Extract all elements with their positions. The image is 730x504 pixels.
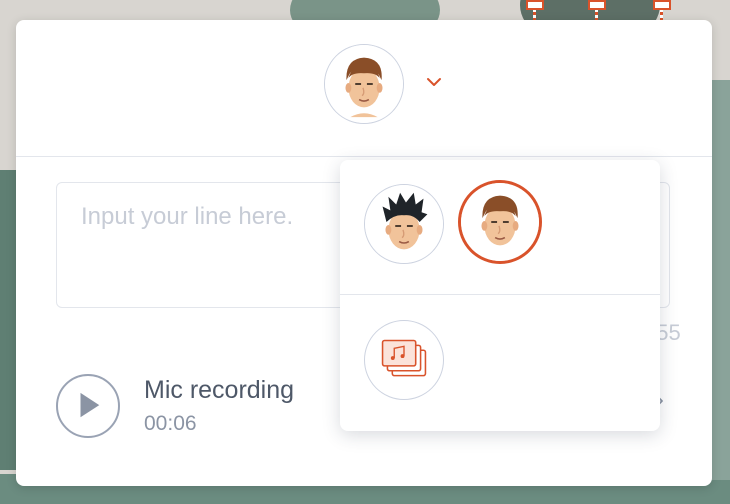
character-option-black-hair[interactable] (364, 184, 444, 264)
selected-character-avatar[interactable] (324, 44, 404, 124)
audio-library-option[interactable] (364, 320, 444, 400)
dropdown-divider (340, 294, 660, 295)
character-option-brown-hair-selected[interactable] (458, 180, 542, 264)
recording-duration: 00:06 (144, 412, 197, 435)
character-dropdown (340, 160, 660, 431)
recording-title: Mic recording (144, 376, 295, 404)
line-editor-modal: Input your line here. 255 Mic recording … (16, 20, 712, 486)
character-selector (16, 20, 712, 157)
play-button[interactable] (56, 374, 120, 438)
chevron-down-icon[interactable] (422, 70, 446, 94)
play-icon (80, 392, 100, 418)
audio-library-icon (381, 339, 427, 377)
